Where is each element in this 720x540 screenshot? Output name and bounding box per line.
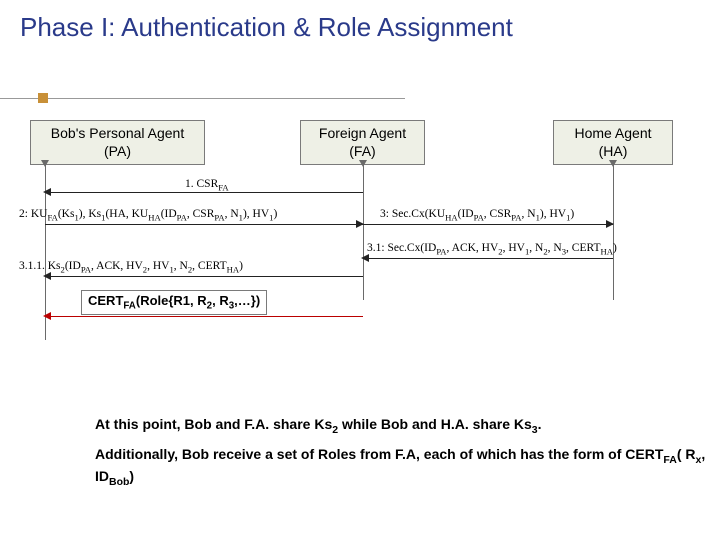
msg311-label: 3.1.1. Ks2(IDPA, ACK, HV2, HV1, N2, CERT… [19,260,243,274]
footer-line2: Additionally, Bob receive a set of Roles… [95,445,715,489]
sequence-diagram: Bob's Personal Agent (PA) Foreign Agent … [15,120,710,370]
msg3-arrow [606,220,614,228]
agent-pa-abbr: (PA) [104,143,131,159]
msg31-arrow [361,254,369,262]
lifeline-fa [363,160,364,300]
slide-title: Phase I: Authentication & Role Assignmen… [0,0,720,43]
agent-pa-box: Bob's Personal Agent (PA) [30,120,205,165]
msg31-label: 3.1: Sec.Cx(IDPA, ACK, HV2, HV1, N2, N3,… [367,242,617,256]
agent-ha-name: Home Agent [574,125,651,141]
cert-arrow [43,312,51,320]
agent-pa-name: Bob's Personal Agent [51,125,184,141]
msg1-arrow [43,188,51,196]
agent-ha-abbr: (HA) [599,143,628,159]
cert-box: CERTFA(Role{R1, R2, R3,…}) [81,290,267,315]
title-bullet [38,93,48,103]
msg3-label: 3: Sec.Cx(KUHA(IDPA, CSRPA, N1), HV1) [380,208,574,222]
msg1-label: 1. CSRFA [185,178,229,192]
msg2-line [45,224,363,225]
lifeline-ha [613,160,614,300]
title-underline [0,98,405,99]
agent-fa-name: Foreign Agent [319,125,406,141]
agent-fa-abbr: (FA) [349,143,375,159]
footer-text: At this point, Bob and F.A. share Ks2 wh… [95,415,715,497]
lifeline-fa-arrow [359,160,367,167]
msg2-label: 2: KUFA(Ks1), Ks1(HA, KUHA(IDPA, CSRPA, … [19,208,277,222]
cert-line [45,316,363,317]
agent-fa-box: Foreign Agent (FA) [300,120,425,165]
msg311-arrow [43,272,51,280]
lifeline-ha-arrow [609,160,617,167]
footer-line1: At this point, Bob and F.A. share Ks2 wh… [95,415,715,437]
lifeline-pa-arrow [41,160,49,167]
msg3-line [363,224,613,225]
msg31-line [363,258,613,259]
agent-ha-box: Home Agent (HA) [553,120,673,165]
msg311-line [45,276,363,277]
msg1-line [45,192,363,193]
